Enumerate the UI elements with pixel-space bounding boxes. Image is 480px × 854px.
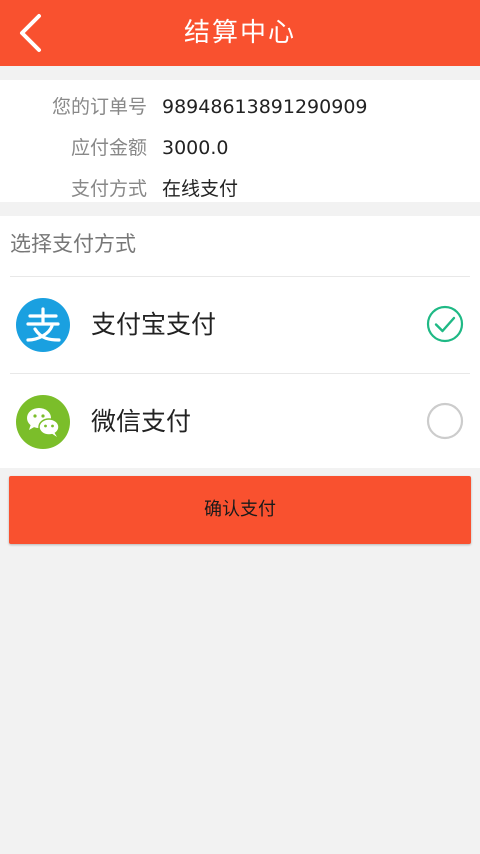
payment-method-value: 在线支付 bbox=[162, 178, 239, 200]
alipay-icon bbox=[16, 298, 70, 352]
app-header: 结算中心 bbox=[0, 0, 480, 66]
order-info-panel: 您的订单号 98948613891290909 应付金额 3000.0 支付方式… bbox=[0, 80, 480, 202]
alipay-label: 支付宝支付 bbox=[91, 310, 217, 339]
amount-label: 应付金额 bbox=[70, 137, 147, 159]
order-number-label: 您的订单号 bbox=[51, 96, 147, 118]
amount-row: 应付金额 3000.0 bbox=[0, 128, 480, 168]
confirm-payment-button[interactable]: 确认支付 bbox=[9, 476, 471, 544]
wechat-icon bbox=[16, 395, 70, 449]
payment-method-row: 支付方式 在线支付 bbox=[0, 169, 480, 209]
order-number-value: 98948613891290909 bbox=[162, 96, 368, 118]
check-circle-icon[interactable] bbox=[426, 305, 464, 343]
alipay-option[interactable]: 支付宝支付 bbox=[0, 277, 480, 373]
section-title: 选择支付方式 bbox=[10, 232, 136, 256]
wechat-option[interactable]: 微信支付 bbox=[0, 374, 480, 470]
amount-value: 3000.0 bbox=[162, 137, 229, 159]
radio-unchecked-icon[interactable] bbox=[426, 402, 464, 440]
wechat-label: 微信支付 bbox=[91, 407, 192, 436]
order-number-row: 您的订单号 98948613891290909 bbox=[0, 87, 480, 127]
page-title: 结算中心 bbox=[183, 18, 296, 48]
payment-options-panel: 选择支付方式 支付宝支付 微信支付 bbox=[0, 216, 480, 468]
payment-method-label: 支付方式 bbox=[70, 178, 147, 200]
